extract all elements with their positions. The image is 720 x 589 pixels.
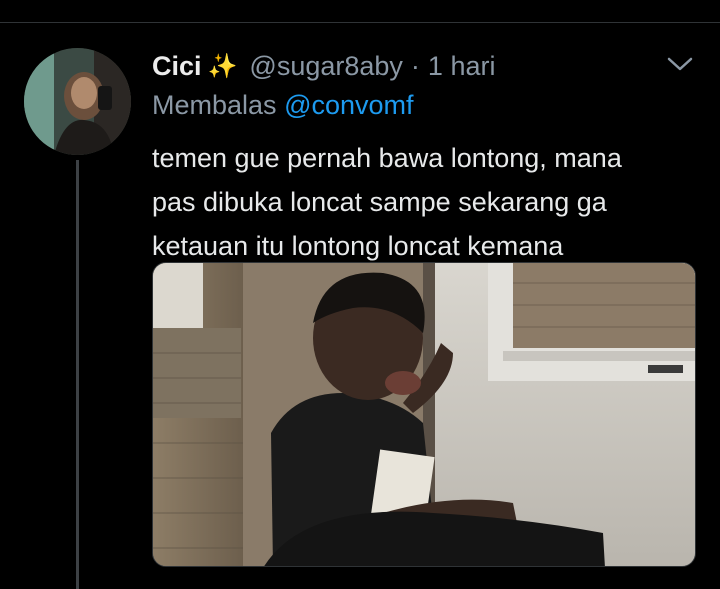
sparkle-icon: ✨ — [207, 52, 238, 80]
tweet-header: Cici ✨ @sugar8aby · 1 hari — [152, 48, 495, 84]
replying-to: Membalas @convomf — [152, 90, 414, 126]
reply-mention[interactable]: @convomf — [284, 90, 413, 120]
tweet-media[interactable] — [152, 262, 696, 567]
separator-dot: · — [410, 50, 420, 81]
tweet-text: temen gue pernah bawa lontong, mana pas … — [152, 136, 692, 268]
tweet-text-line: temen gue pernah bawa lontong, mana — [152, 143, 622, 173]
avatar[interactable] — [24, 48, 131, 155]
user-handle[interactable]: @sugar8aby — [249, 51, 403, 82]
tweet[interactable]: Cici ✨ @sugar8aby · 1 hari Membalas @con… — [0, 0, 720, 589]
chevron-down-icon[interactable] — [666, 54, 694, 74]
thread-line — [76, 160, 79, 589]
reply-prefix: Membalas — [152, 90, 277, 120]
timestamp[interactable]: 1 hari — [428, 51, 496, 82]
media-image — [153, 263, 695, 566]
tweet-text-line: pas dibuka loncat sampe sekarang ga — [152, 187, 607, 217]
display-name[interactable]: Cici — [152, 51, 202, 82]
avatar-photo — [24, 48, 131, 155]
